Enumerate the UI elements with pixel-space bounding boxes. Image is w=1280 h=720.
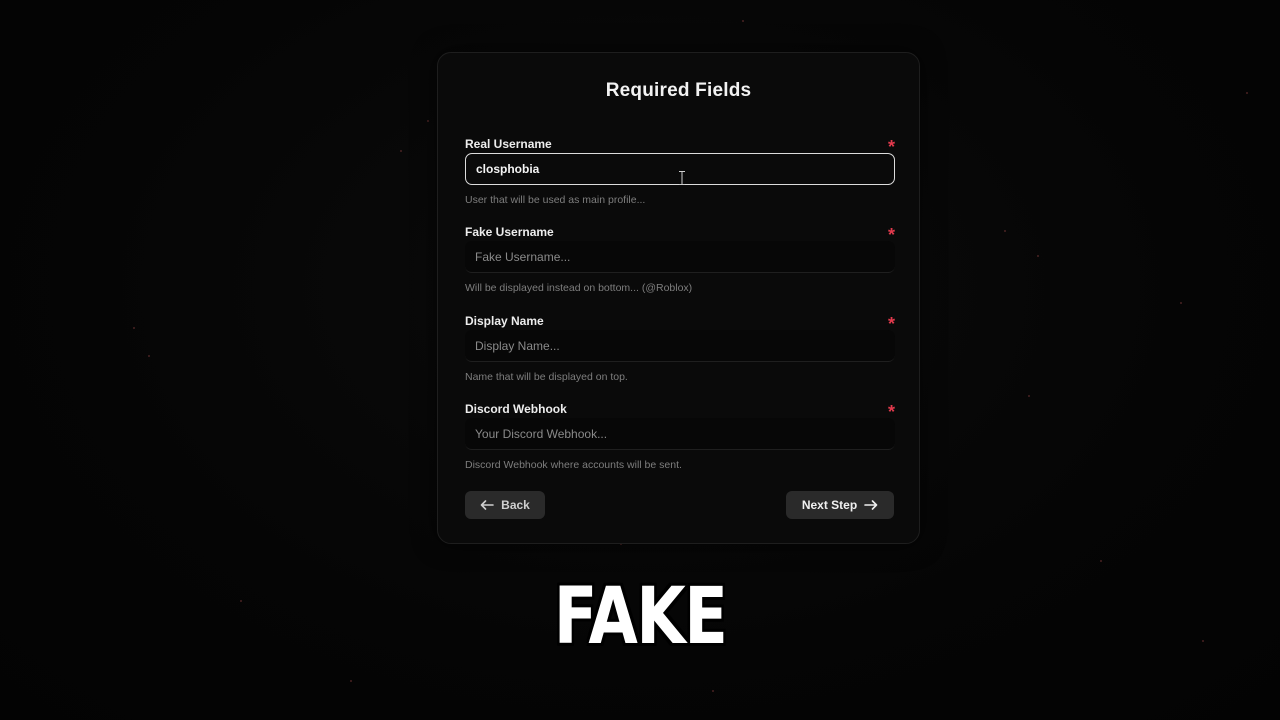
display-name-help: Name that will be displayed on top. (465, 371, 628, 383)
asterisk-icon: * (887, 314, 895, 334)
discord-webhook-help: Discord Webhook where accounts will be s… (465, 459, 682, 471)
required-fields-card: Required Fields Real Username * User tha… (437, 52, 920, 544)
next-step-button[interactable]: Next Step (786, 491, 894, 519)
form-title: Required Fields (605, 80, 752, 101)
text-cursor-icon (679, 171, 685, 185)
display-name-label: Display Name (465, 314, 544, 328)
field-real-username: Real Username * User that will be used a… (465, 137, 895, 209)
discord-webhook-label: Discord Webhook (465, 402, 567, 416)
real-username-help: User that will be used as main profile..… (465, 194, 646, 206)
field-display-name: Display Name * Name that will be display… (465, 314, 895, 386)
fake-username-label: Fake Username (465, 225, 554, 239)
asterisk-icon: * (887, 225, 895, 245)
arrow-right-icon (864, 500, 878, 510)
screen: Required Fields Real Username * User tha… (0, 0, 1280, 720)
next-step-button-label: Next Step (801, 498, 858, 512)
asterisk-icon: * (887, 402, 895, 422)
real-username-label: Real Username (465, 137, 552, 151)
back-button-label: Back (501, 498, 530, 512)
discord-webhook-input[interactable] (465, 418, 895, 450)
field-fake-username: Fake Username * Will be displayed instea… (465, 225, 895, 297)
back-button[interactable]: Back (465, 491, 545, 519)
display-name-input[interactable] (465, 330, 895, 362)
arrow-left-icon (480, 500, 494, 510)
asterisk-icon: * (887, 137, 895, 157)
video-caption: FAKE (553, 572, 728, 662)
field-discord-webhook: Discord Webhook * Discord Webhook where … (465, 402, 895, 474)
fake-username-input[interactable] (465, 241, 895, 273)
fake-username-help: Will be displayed instead on bottom... (… (465, 282, 693, 294)
